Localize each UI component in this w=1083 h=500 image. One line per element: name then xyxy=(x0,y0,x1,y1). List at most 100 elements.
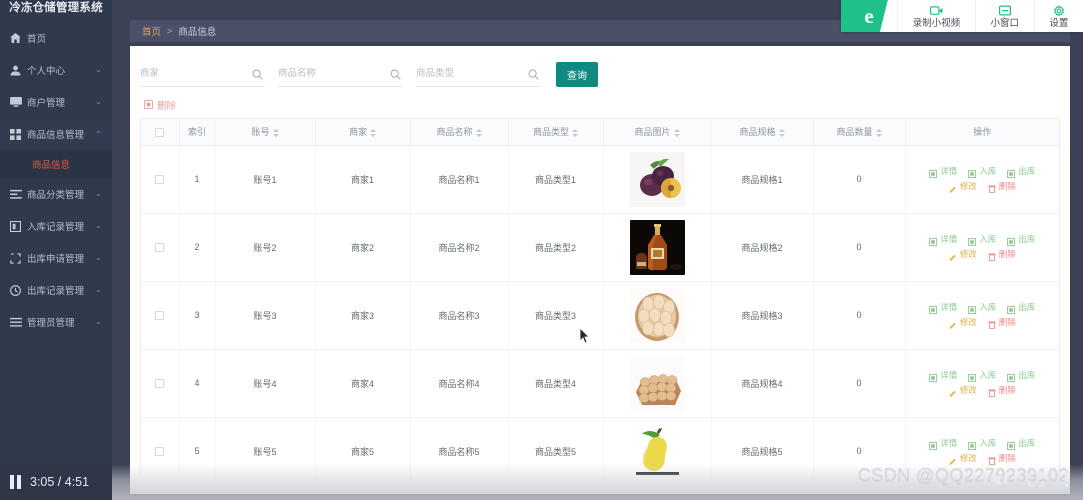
brandy-bottle-photo[interactable] xyxy=(629,219,685,275)
table-header-row: 索引 账号 商家 商品名称 商品类型 商品图片 商品规格 商品数量 操作 xyxy=(141,119,1059,146)
th-product-spec[interactable]: 商品规格 xyxy=(711,119,814,146)
row-checkbox[interactable] xyxy=(155,175,165,185)
sort-icon[interactable] xyxy=(875,129,882,137)
settings-button[interactable]: 设置 xyxy=(1033,0,1083,32)
search-input-product-type[interactable] xyxy=(416,62,524,85)
edit-button[interactable]: 修改 xyxy=(949,247,977,262)
table-row[interactable]: 2 账号2 商家2 商品名称2 商品类型2 商品规格2 0 详情 入库 出库 修… xyxy=(141,213,1059,282)
table-row[interactable]: 4 账号4 商家4 商品名称4 商品类型4 商品规格4 0 详情 入库 出库 修… xyxy=(141,349,1059,418)
small-window-button[interactable]: 小窗口 xyxy=(974,0,1034,32)
player-left-controls: 3:05 / 4:51 xyxy=(0,464,112,500)
eggs-basket-photo[interactable] xyxy=(629,287,685,343)
pause-button[interactable] xyxy=(10,475,21,489)
th-label: 索引 xyxy=(187,127,206,138)
sidebar-item-merchant-management[interactable]: 商户管理 ⌄ xyxy=(0,86,112,118)
row-checkbox[interactable] xyxy=(155,311,165,321)
sidebar-item-label: 入库记录管理 xyxy=(27,222,85,233)
th-account[interactable]: 账号 xyxy=(215,119,316,146)
table-toolbar: 删除 xyxy=(130,90,1070,118)
stock-in-button[interactable]: 入库 xyxy=(968,368,996,383)
cell-index: 2 xyxy=(179,213,216,282)
sort-icon[interactable] xyxy=(673,129,680,137)
sidebar-item-product-category-management[interactable]: 商品分类管理 ⌄ xyxy=(0,178,112,210)
edit-button[interactable]: 修改 xyxy=(949,179,977,194)
delete-label: 删除 xyxy=(998,249,1016,259)
sidebar-item-label: 首页 xyxy=(27,34,47,45)
egg-carton-photo[interactable] xyxy=(629,355,685,411)
recorder-logo[interactable]: e xyxy=(841,0,897,32)
search-field-product-name[interactable] xyxy=(278,62,403,87)
record-video-button[interactable]: 录制小视频 xyxy=(897,0,975,32)
sidebar-item-personal-center[interactable]: 个人中心 ⌄ xyxy=(0,54,112,86)
select-all-checkbox[interactable] xyxy=(155,127,165,137)
volume-icon[interactable] xyxy=(992,472,1009,492)
more-options-icon[interactable] xyxy=(1064,472,1069,493)
detail-button[interactable]: 详情 xyxy=(929,300,957,315)
delete-button[interactable]: 删除 xyxy=(988,179,1016,194)
sidebar-subitem-product-info[interactable]: 商品信息 xyxy=(0,150,112,178)
detail-label: 详情 xyxy=(940,438,958,448)
th-product-qty[interactable]: 商品数量 xyxy=(813,119,906,146)
search-input-merchant[interactable] xyxy=(140,62,248,85)
sidebar-item-product-info-management[interactable]: 商品信息管理 ⌃ xyxy=(0,118,112,150)
sort-icon[interactable] xyxy=(572,129,578,137)
delete-button[interactable]: 删除 xyxy=(988,247,1016,262)
edit-button[interactable]: 修改 xyxy=(949,315,977,330)
sidebar-item-outbound-apply-management[interactable]: 出库申请管理 ⌄ xyxy=(0,242,112,274)
fullscreen-icon[interactable] xyxy=(1029,472,1044,492)
breadcrumb-home-link[interactable]: 首页 xyxy=(142,24,161,38)
trash-icon xyxy=(988,387,996,397)
sidebar-item-home[interactable]: 首页 xyxy=(0,22,112,54)
screen-recorder-toolbar: e 录制小视频 小窗口 设置 xyxy=(841,0,1083,32)
detail-button[interactable]: 详情 xyxy=(929,436,957,451)
stock-in-button[interactable]: 入库 xyxy=(968,232,996,247)
stock-in-label: 入库 xyxy=(979,302,997,312)
stock-in-button[interactable]: 入库 xyxy=(968,300,996,315)
stock-out-button[interactable]: 出库 xyxy=(1007,232,1035,247)
table-row[interactable]: 3 账号3 商家3 商品名称3 商品类型3 商品规格3 0 详情 入库 出库 修… xyxy=(141,281,1059,350)
search-field-merchant[interactable] xyxy=(140,62,265,87)
cell-product-image xyxy=(603,349,712,418)
cell-index: 3 xyxy=(179,281,216,350)
th-label: 商品规格 xyxy=(739,127,776,138)
sidebar-item-label: 商品分类管理 xyxy=(27,190,85,201)
delete-label: 删除 xyxy=(998,385,1016,395)
stock-out-button[interactable]: 出库 xyxy=(1007,436,1035,451)
th-select-all xyxy=(141,119,180,146)
stock-out-button[interactable]: 出库 xyxy=(1007,300,1035,315)
edit-button[interactable]: 修改 xyxy=(949,383,977,398)
stock-in-button[interactable]: 入库 xyxy=(968,164,996,179)
stock-out-button[interactable]: 出库 xyxy=(1007,368,1035,383)
delete-button[interactable]: 删除 xyxy=(988,315,1016,330)
th-product-type[interactable]: 商品类型 xyxy=(508,119,604,146)
detail-button[interactable]: 详情 xyxy=(929,232,957,247)
sort-icon[interactable] xyxy=(370,129,376,137)
th-operations: 操作 xyxy=(905,119,1059,146)
row-checkbox[interactable] xyxy=(155,243,165,253)
plums-photo[interactable] xyxy=(629,151,685,207)
search-input-product-name[interactable] xyxy=(278,62,386,85)
th-product-name[interactable]: 商品名称 xyxy=(410,119,509,146)
detail-button[interactable]: 详情 xyxy=(929,164,957,179)
sort-icon[interactable] xyxy=(475,129,482,137)
sort-icon[interactable] xyxy=(778,129,785,137)
search-field-product-type[interactable] xyxy=(416,62,541,87)
stock-in-button[interactable]: 入库 xyxy=(968,436,996,451)
bulk-delete-button[interactable]: 删除 xyxy=(144,98,176,112)
table-row[interactable]: 1 账号1 商家1 商品名称1 商品类型1 商品规格1 0 详情 入库 出库 修… xyxy=(141,145,1059,214)
sidebar-item-admin-management[interactable]: 管理员管理 ⌄ xyxy=(0,306,112,338)
detail-button[interactable]: 详情 xyxy=(929,368,957,383)
sidebar-item-inbound-record-management[interactable]: 入库记录管理 ⌄ xyxy=(0,210,112,242)
row-checkbox[interactable] xyxy=(155,447,165,457)
sidebar-item-outbound-record-management[interactable]: 出库记录管理 ⌄ xyxy=(0,274,112,306)
query-button[interactable]: 查询 xyxy=(556,61,598,87)
row-checkbox[interactable] xyxy=(155,379,165,389)
th-product-image[interactable]: 商品图片 xyxy=(603,119,712,146)
sort-icon[interactable] xyxy=(272,129,279,137)
stock-in-icon xyxy=(968,304,977,314)
stock-out-button[interactable]: 出库 xyxy=(1007,164,1035,179)
delete-button[interactable]: 删除 xyxy=(988,383,1016,398)
th-label: 商品数量 xyxy=(836,127,873,138)
cell-select xyxy=(141,213,180,282)
th-merchant[interactable]: 商家 xyxy=(315,119,411,146)
